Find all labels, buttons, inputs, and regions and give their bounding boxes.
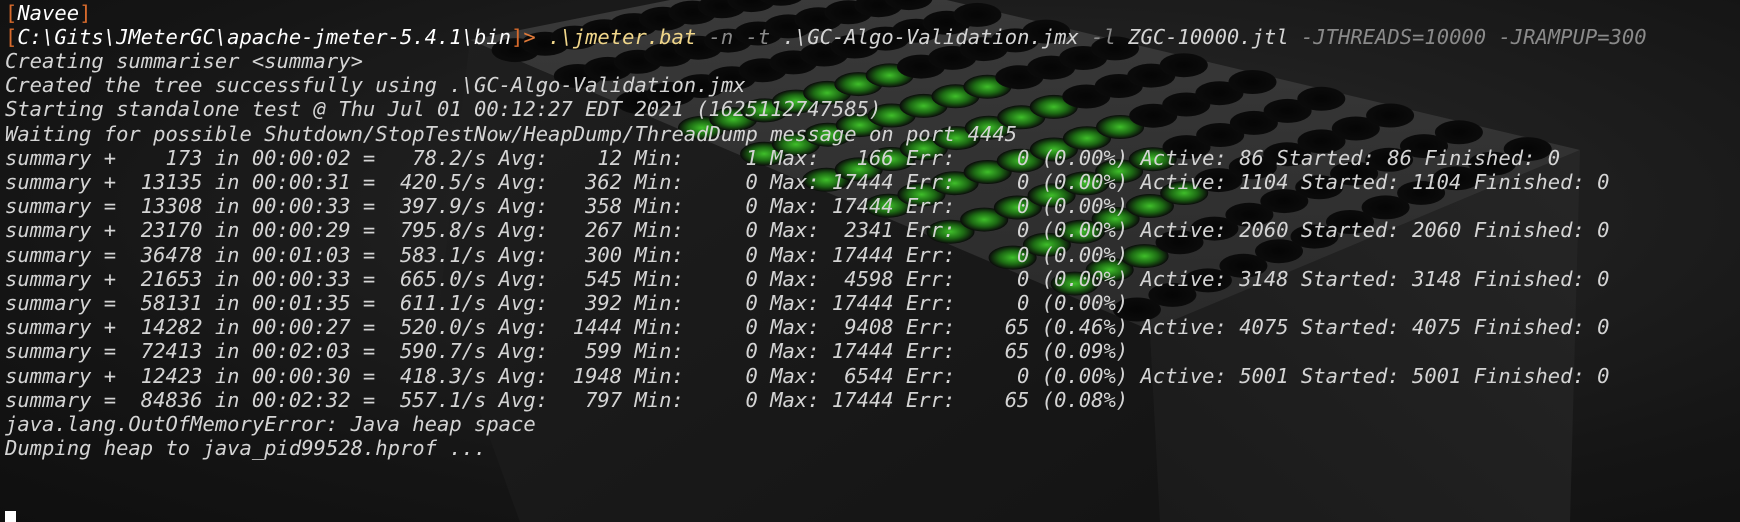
rampup-arg: -JRAMPUP=300 (1498, 25, 1647, 49)
text-cursor (5, 511, 16, 522)
summary-line: summary + 173 in 00:00:02 = 78.2/s Avg: … (5, 146, 1561, 170)
prompt-command-line: [C:\Gits\JMeterGC\apache-jmeter-5.4.1\bi… (5, 25, 1647, 49)
prompt-path: C:\Gits\JMeterGC\apache-jmeter-5.4.1\bin (17, 25, 512, 49)
prompt-user-line: [Navee] (5, 1, 92, 25)
output-line: Starting standalone test @ Thu Jul 01 00… (5, 97, 882, 121)
terminal-window[interactable]: [Navee] [C:\Gits\JMeterGC\apache-jmeter-… (0, 0, 1740, 522)
command-name: .\jmeter.bat (548, 25, 697, 49)
output-line: Dumping heap to java_pid99528.hprof ... (5, 436, 487, 460)
flag-t: -t (745, 25, 771, 49)
summary-line: summary = 72413 in 00:02:03 = 590.7/s Av… (5, 339, 1129, 363)
output-line: Created the tree successfully using .\GC… (5, 73, 746, 97)
summary-line: summary = 13308 in 00:00:33 = 397.9/s Av… (5, 194, 1129, 218)
prompt-caret: > (523, 25, 549, 49)
log-file-arg: ZGC-10000.jtl (1128, 25, 1289, 49)
summary-line: summary + 12423 in 00:00:30 = 418.3/s Av… (5, 364, 1610, 388)
output-line: Creating summariser <summary> (5, 49, 363, 73)
summary-line: summary + 23170 in 00:00:29 = 795.8/s Av… (5, 218, 1610, 242)
summary-line: summary + 14282 in 00:00:27 = 520.0/s Av… (5, 315, 1610, 339)
flag-l: -l (1091, 25, 1116, 49)
summary-line: summary + 13135 in 00:00:31 = 420.5/s Av… (5, 170, 1610, 194)
summary-line: summary + 21653 in 00:00:33 = 665.0/s Av… (5, 267, 1610, 291)
summary-line: summary = 84836 in 00:02:32 = 557.1/s Av… (5, 388, 1129, 412)
prompt-user: Navee (17, 1, 80, 25)
summary-line: summary = 36478 in 00:01:03 = 583.1/s Av… (5, 243, 1129, 267)
flag-n: -n (708, 25, 734, 49)
output-line: Waiting for possible Shutdown/StopTestNo… (5, 122, 1018, 146)
test-file-arg: .\GC-Algo-Validation.jmx (782, 25, 1079, 49)
threads-arg: -JTHREADS=10000 (1300, 25, 1487, 49)
terminal-output: [Navee] [C:\Gits\JMeterGC\apache-jmeter-… (0, 0, 1740, 522)
error-line: java.lang.OutOfMemoryError: Java heap sp… (5, 412, 536, 436)
summary-line: summary = 58131 in 00:01:35 = 611.1/s Av… (5, 291, 1129, 315)
